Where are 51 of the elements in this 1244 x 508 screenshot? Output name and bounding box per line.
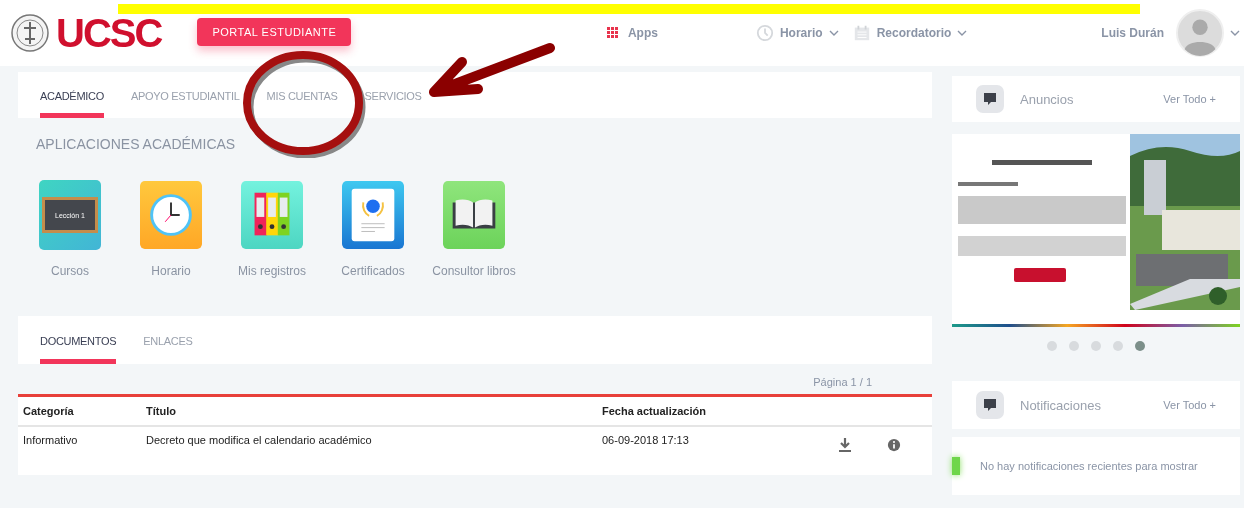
column-header: Fecha actualización xyxy=(597,395,833,426)
app-label: Cursos xyxy=(51,264,89,278)
chat-icon xyxy=(976,85,1004,113)
apps-menu[interactable]: Apps xyxy=(606,26,658,40)
app-label: Certificados xyxy=(341,264,405,278)
status-bar xyxy=(952,457,960,475)
download-icon[interactable] xyxy=(837,437,852,453)
view-all-link[interactable]: Ver Todo + xyxy=(1163,399,1216,411)
view-all-link[interactable]: Ver Todo + xyxy=(1163,93,1216,105)
page-indicator: Página 1 / 1 xyxy=(813,376,872,388)
chevron-icon[interactable] xyxy=(1230,30,1240,36)
dropdown-menu[interactable]: Horario xyxy=(755,24,839,42)
carousel-dot[interactable] xyxy=(1047,341,1057,351)
calendar-icon xyxy=(852,24,871,42)
tab[interactable]: ENLACES xyxy=(143,316,193,364)
tab[interactable]: APOYO ESTUDIANTIL xyxy=(130,72,240,118)
table-cell: Decreto que modifica el calendario académico xyxy=(141,426,597,475)
chevron-icon xyxy=(957,30,968,36)
carousel-dot[interactable] xyxy=(1091,341,1101,351)
book-icon[interactable] xyxy=(443,180,505,250)
dropdown-menu[interactable]: Recordatorio xyxy=(852,24,968,42)
portal-button[interactable]: PORTAL ESTUDIANTE xyxy=(197,18,352,46)
carousel-dot[interactable] xyxy=(1113,341,1123,351)
avatar-icon[interactable] xyxy=(1176,9,1224,57)
carousel-dot[interactable] xyxy=(1069,341,1079,351)
table-cell: Informativo xyxy=(18,426,141,475)
tab[interactable]: SERVICIOS xyxy=(364,72,422,118)
clock-icon[interactable] xyxy=(140,180,202,250)
column-header: Título xyxy=(141,395,597,426)
chevron-icon xyxy=(828,30,839,36)
clock-icon xyxy=(755,24,774,42)
app-label: Horario xyxy=(151,264,191,278)
info-icon[interactable] xyxy=(887,437,902,453)
certificate-icon[interactable] xyxy=(342,180,404,250)
empty-message: No hay notificaciones recientes para mostrar xyxy=(980,460,1198,472)
section-title: APLICACIONES ACADÉMICAS xyxy=(36,136,237,152)
card-title: Anuncios xyxy=(1020,91,1075,107)
table-cell: 06-09-2018 17:13 xyxy=(597,426,833,475)
binders-icon[interactable] xyxy=(241,180,303,250)
grid-icon xyxy=(606,27,619,39)
logo-text: UCSC xyxy=(56,10,162,56)
column-header: Categoría xyxy=(18,395,141,426)
seal-icon xyxy=(10,13,50,53)
tab[interactable]: DOCUMENTOS xyxy=(40,316,117,364)
card-title: Notificaciones xyxy=(1020,397,1102,413)
app-label: Mis registros xyxy=(238,264,306,278)
chat-icon xyxy=(976,391,1004,419)
carousel-dot[interactable] xyxy=(1135,341,1145,351)
user-name: Luis Durán xyxy=(1101,26,1164,40)
app-label: Consultor libros xyxy=(432,264,516,278)
tab[interactable]: ACADÉMICO xyxy=(40,72,104,118)
